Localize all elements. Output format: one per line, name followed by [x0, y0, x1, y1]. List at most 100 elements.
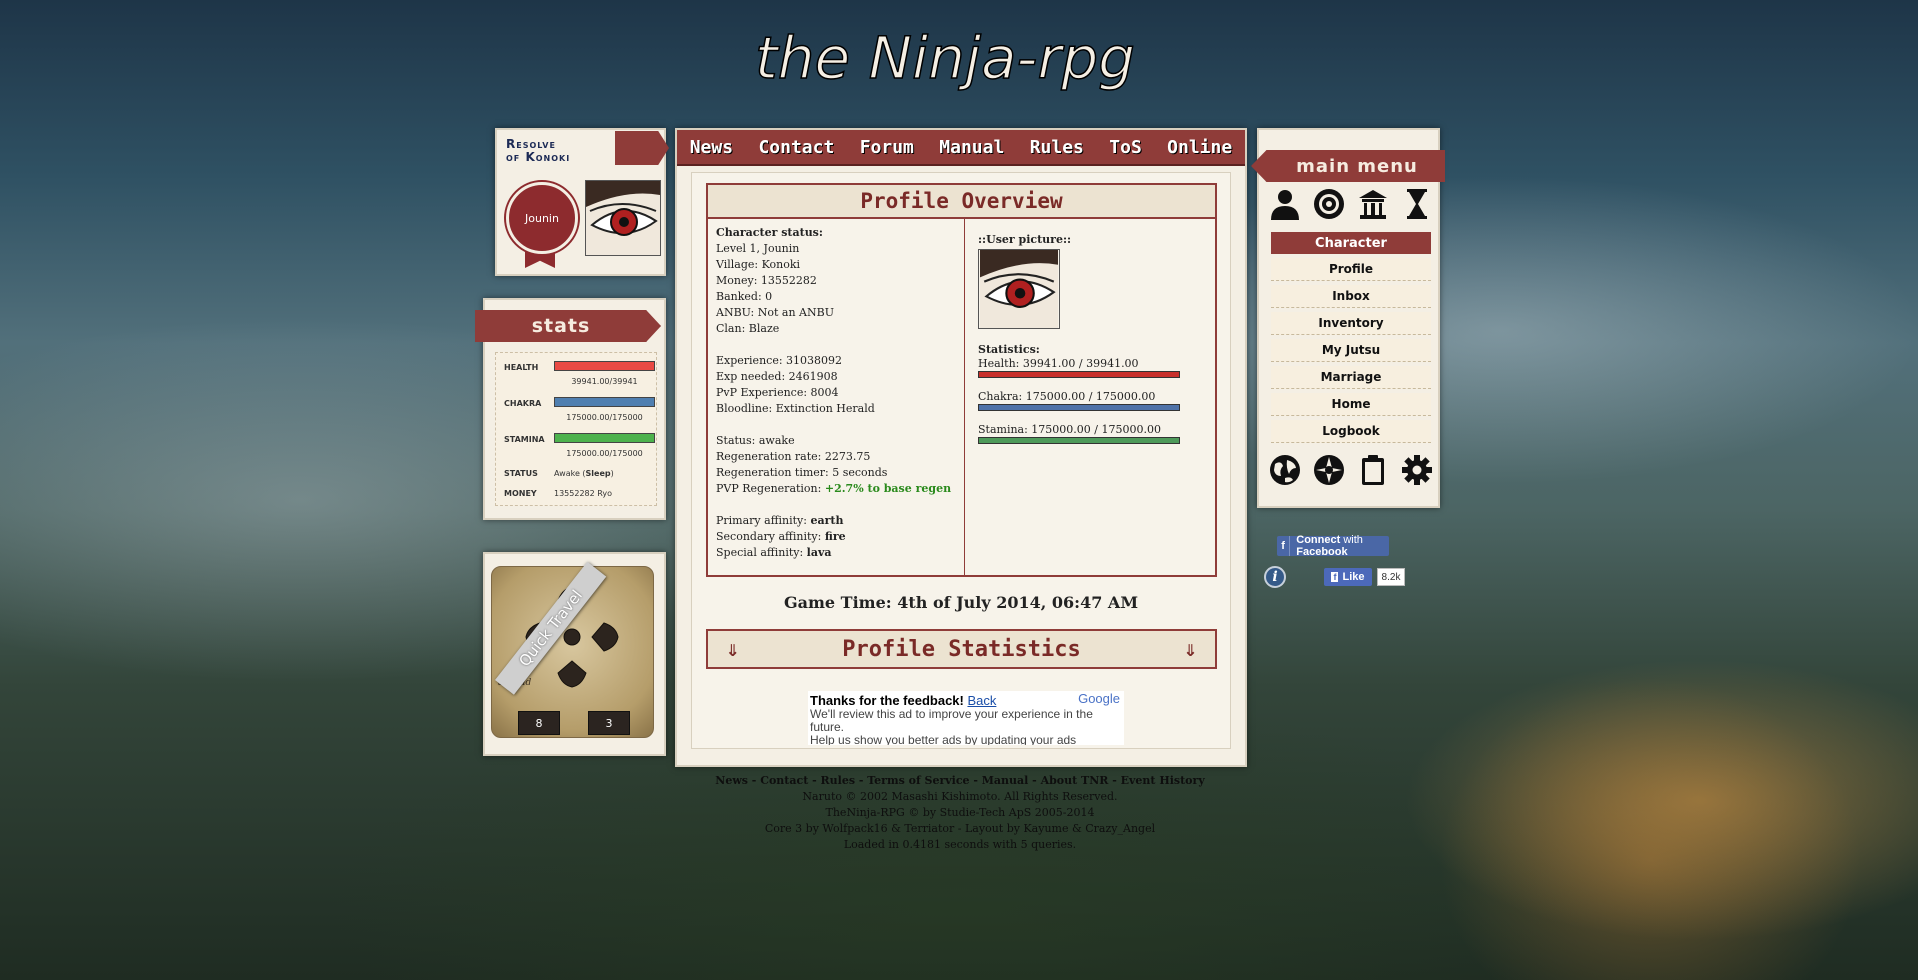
site-logo[interactable]: the Ninja-rpg [745, 6, 1145, 102]
menu-category-character[interactable]: Character [1271, 232, 1431, 254]
coord-y: 3 [588, 711, 630, 735]
footer-load-time: Loaded in 0.4181 seconds with 5 queries. [843, 838, 1077, 851]
ad-title: Thanks for the feedback! Back [810, 693, 996, 708]
pvp-regen-label: PVP Regeneration: [716, 482, 825, 495]
game-time: Game Time: 4th of July 2014, 06:47 AM [783, 593, 1139, 612]
pvp-experience: PvP Experience: 8004 [716, 386, 839, 399]
clipboard-icon[interactable] [1357, 454, 1389, 486]
nav-rules[interactable]: Rules [1030, 137, 1084, 158]
secondary-affinity-value: fire [824, 530, 846, 543]
nav-manual[interactable]: Manual [939, 137, 1004, 158]
info-icon[interactable]: i [1264, 566, 1286, 588]
user-picture-image [980, 250, 1058, 328]
primary-affinity-label: Primary affinity: [716, 514, 811, 527]
menu-item-marriage[interactable]: Marriage [1271, 366, 1431, 389]
avatar[interactable] [585, 180, 661, 256]
travel-east-arrow[interactable] [591, 622, 619, 652]
menu-item-label: My Jutsu [1321, 343, 1381, 357]
money-value: 13552282 Ryo [554, 489, 613, 498]
globe-icon[interactable] [1269, 454, 1301, 486]
menu-item-profile[interactable]: Profile [1271, 258, 1431, 281]
health-label: HEALTH [504, 363, 539, 372]
footer: News - Contact - Rules - Terms of Servic… [600, 773, 1320, 853]
profile-stamina-bar [978, 437, 1180, 444]
ad-line1: We'll review this ad to improve your exp… [810, 707, 1093, 721]
stamina-bar [554, 433, 655, 443]
target-icon[interactable] [1313, 188, 1345, 220]
fb-like-label: Like [1342, 571, 1365, 583]
nav-contact[interactable]: Contact [758, 137, 834, 158]
menu-item-label: Inbox [1332, 289, 1370, 303]
temple-icon[interactable] [1357, 188, 1389, 220]
travel-south-arrow[interactable] [557, 660, 587, 688]
status-value: Awake (Sleep) [554, 469, 614, 478]
primary-affinity-value: earth [810, 514, 844, 527]
fb-connect-prefix: Connect [1296, 534, 1341, 546]
chakra-label: CHAKRA [504, 399, 542, 408]
stamina-value: 175000.00/175000 [566, 449, 643, 458]
facebook-connect-label: Connect with Facebook [1296, 534, 1389, 558]
profile-chakra-bar [978, 404, 1180, 411]
menu-item-logbook[interactable]: Logbook [1271, 420, 1431, 443]
column-divider [964, 219, 965, 575]
menu-category-label: Character [1315, 235, 1387, 251]
experience: Experience: 31038092 [716, 354, 843, 367]
avatar-image [586, 181, 660, 255]
profile-box: Character status: Level 1, Jounin Villag… [706, 219, 1217, 577]
main-menu-ribbon: main menu [1251, 150, 1445, 182]
rank-label: Jounin [525, 211, 559, 225]
status-close: ) [610, 469, 614, 478]
profile-statistics-toggle[interactable]: ⇓ Profile Statistics ⇓ [706, 629, 1217, 669]
character-status-label: Character status: [716, 226, 823, 239]
menu-item-my-jutsu[interactable]: My Jutsu [1271, 339, 1431, 362]
footer-links[interactable]: News - Contact - Rules - Terms of Servic… [600, 773, 1320, 789]
user-picture [978, 249, 1060, 329]
user-picture-label: ::User picture:: [978, 233, 1072, 246]
ad-line3[interactable]: Help us show you better ads by updating … [810, 734, 1076, 746]
fb-like-count-value: 8.2k [1381, 571, 1401, 583]
chakra-bar [554, 397, 655, 407]
nav-news[interactable]: News [690, 137, 733, 158]
user-panel: Resolve of Konoki Jounin [495, 128, 669, 276]
hourglass-icon[interactable] [1401, 188, 1433, 220]
nav-tos[interactable]: ToS [1109, 137, 1142, 158]
statistics-label: Statistics: [978, 343, 1040, 356]
status-label: STATUS [504, 469, 538, 478]
facebook-connect-button[interactable]: f Connect with Facebook [1277, 534, 1389, 558]
village: Village: Konoki [716, 258, 801, 271]
menu-item-inventory[interactable]: Inventory [1271, 312, 1431, 335]
pvp-regen-value: +2.7% to base regen [824, 482, 952, 495]
orb-icon[interactable] [1313, 454, 1345, 486]
fb-connect-with: with [1340, 534, 1363, 546]
health-value: 39941.00/39941 [571, 377, 638, 386]
ad-feedback-box: Thanks for the feedback! Back Google We'… [808, 691, 1124, 745]
chakra-value: 175000.00/175000 [566, 413, 643, 422]
status-text: Awake ( [554, 469, 586, 478]
stats-panel: stats HEALTH 39941.00/39941 CHAKRA 17500… [475, 298, 666, 520]
menu-item-home[interactable]: Home [1271, 393, 1431, 416]
stamina-label: STAMINA [504, 435, 545, 444]
exp-needed: Exp needed: 2461908 [716, 370, 838, 383]
stats-list: HEALTH 39941.00/39941 CHAKRA 175000.00/1… [495, 352, 657, 506]
character-status: Character status: Level 1, Jounin Villag… [716, 225, 956, 561]
special-affinity: Special affinity: lava [716, 545, 956, 561]
nav-forum[interactable]: Forum [860, 137, 914, 158]
ad-back-link[interactable]: Back [967, 693, 996, 708]
content-area: Profile Overview Character status: Level… [691, 172, 1231, 749]
facebook-icon: f [1277, 536, 1291, 556]
sleep-link[interactable]: Sleep [586, 469, 611, 478]
gear-icon[interactable] [1401, 454, 1433, 486]
user-name-line2: of Konoki [506, 150, 571, 164]
coord-x: 8 [518, 711, 560, 735]
fb-connect-brand: Facebook [1296, 546, 1348, 558]
menu-item-label: Logbook [1322, 424, 1380, 438]
main-menu-panel: main menu Character Profile Inbox Invent… [1251, 128, 1445, 508]
menu-item-inbox[interactable]: Inbox [1271, 285, 1431, 308]
nav-online[interactable]: Online [1167, 137, 1232, 158]
profile-chakra: Chakra: 175000.00 / 175000.00 [978, 390, 1156, 403]
main-menu-title: main menu [1296, 155, 1418, 177]
main-menu-list: Character Profile Inbox Inventory My Jut… [1271, 232, 1431, 447]
person-icon[interactable] [1269, 188, 1301, 220]
facebook-like-button[interactable]: f Like [1324, 568, 1372, 586]
